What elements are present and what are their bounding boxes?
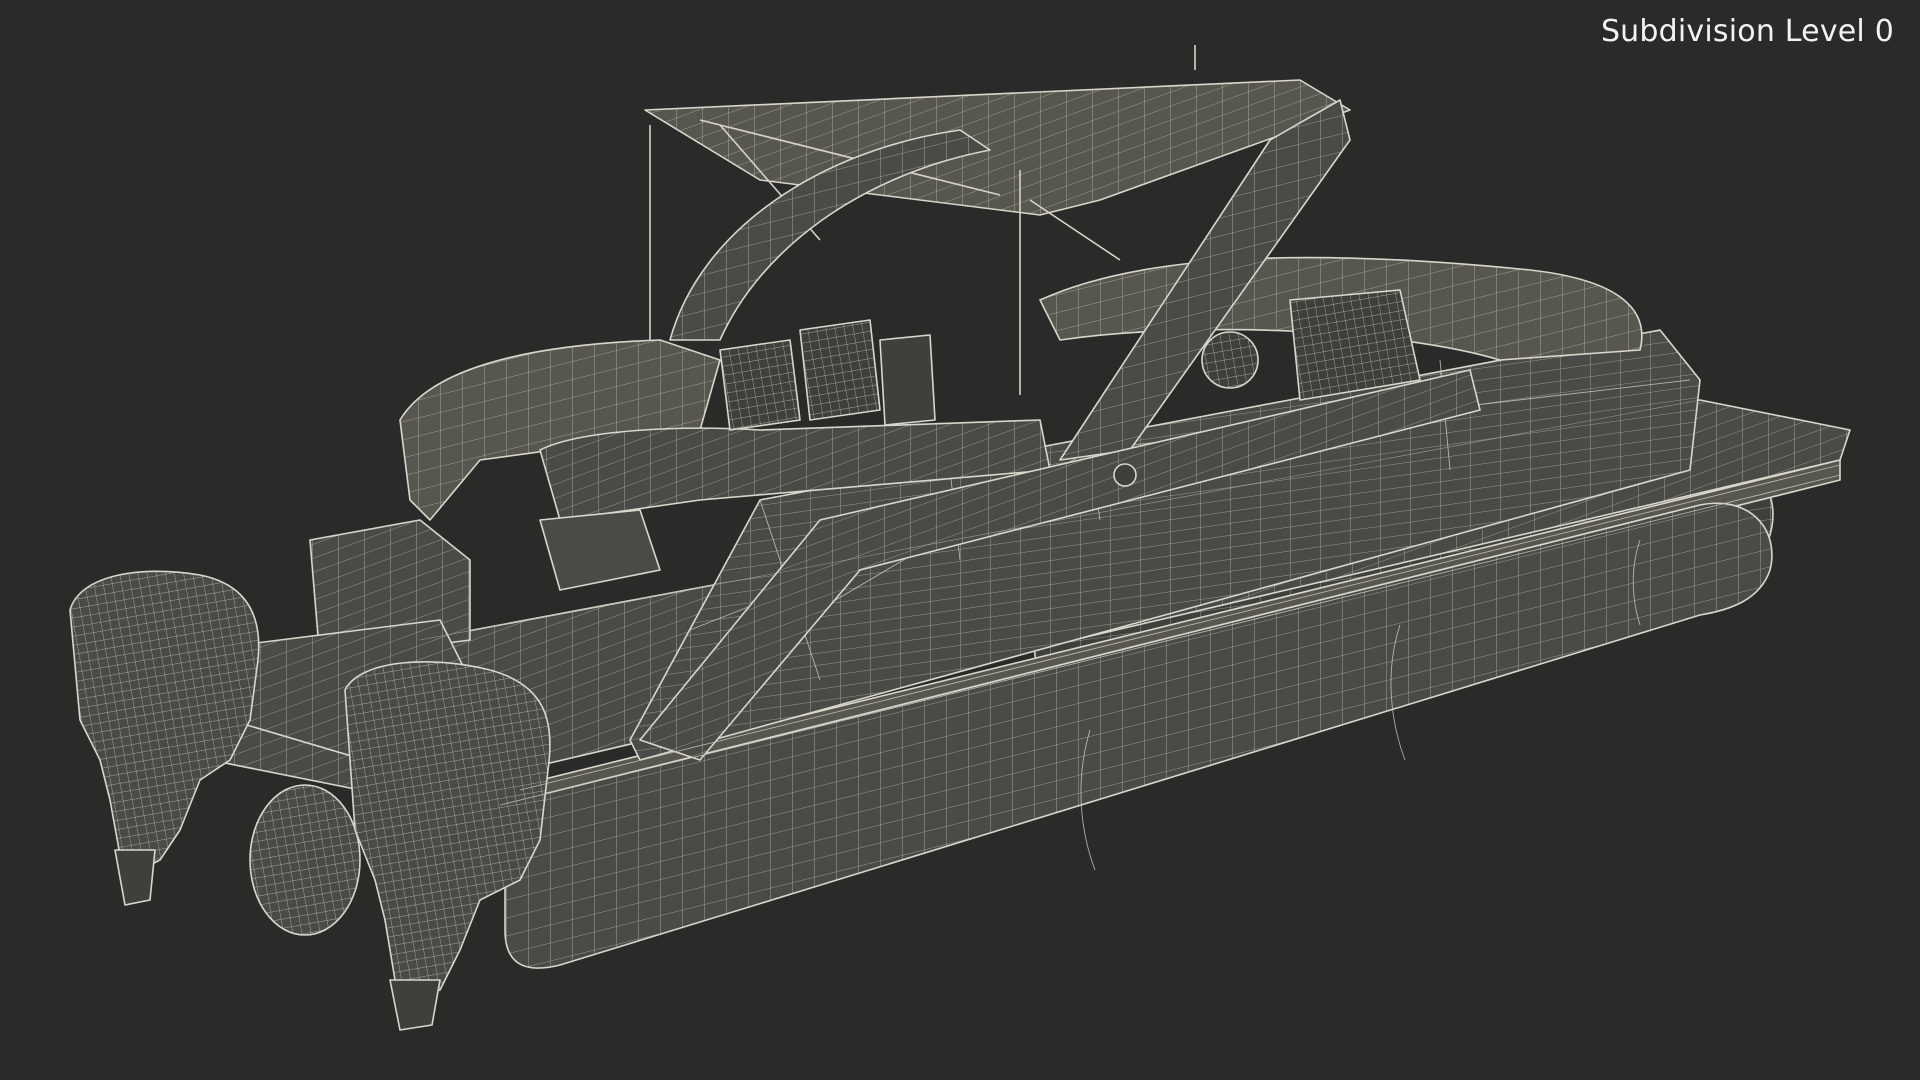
outboard-engine-right: [344, 661, 551, 1031]
pontoon-boat-wireframe-model: [69, 45, 1851, 1031]
3d-viewport[interactable]: Subdivision Level 0: [0, 0, 1920, 1080]
pontoon-end-cap: [249, 784, 361, 936]
outboard-engine-left: [69, 570, 260, 906]
